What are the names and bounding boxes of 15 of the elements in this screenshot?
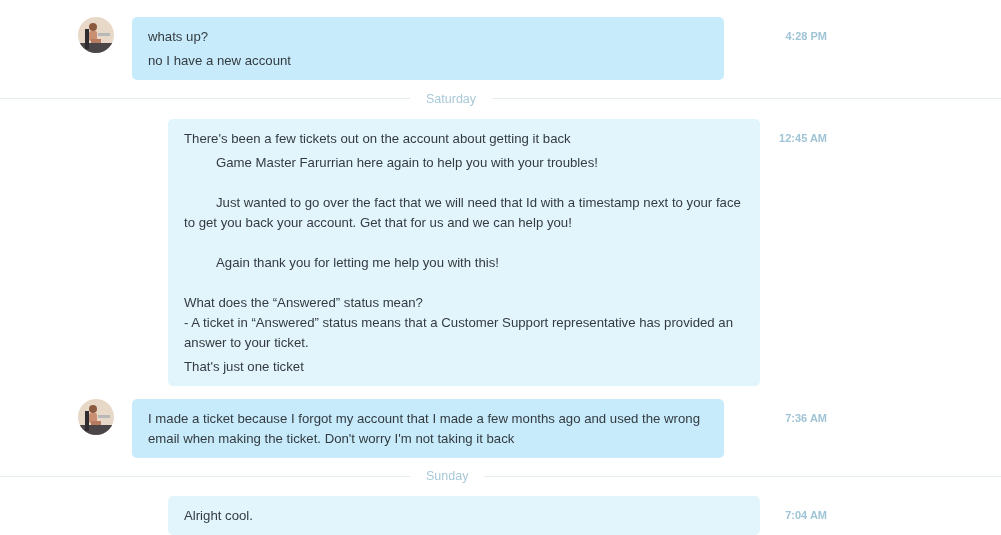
day-label: Saturday (425, 91, 478, 106)
message-text: Game Master Farurrian here again to help you with your troubles! Just wanted to go over the fact that we will need that Id with a timestamp next to your face to get you back your account. Get that for us and we can help you! Again thank you for letting me help you with this! What does the “Answered” status mean? - A ticket in “Answered” status means that a Customer Support representative has provided an answer to your ticket. (184, 153, 742, 352)
message-text: no I have a new account (148, 52, 292, 70)
message-time: 7:36 AM (784, 410, 827, 424)
avatar (78, 398, 114, 435)
message-time: 4:28 PM (784, 29, 827, 42)
message-text: I made a ticket because I forgot my account that I made a few months ago and used the wrong email when making the ticket. Don't worry I'm not taking it back (148, 409, 701, 448)
message-text: whats up? (148, 28, 210, 46)
message-time: 7:04 AM (784, 508, 827, 521)
message-time: 12:45 AM (778, 130, 827, 144)
message-text: There's been a few tickets out on the account about getting it back (184, 129, 572, 148)
message-text: That's just one ticket (184, 357, 305, 376)
message-text: Alright cool. (184, 507, 254, 525)
day-label: Sunday (425, 469, 470, 484)
avatar (78, 17, 114, 53)
